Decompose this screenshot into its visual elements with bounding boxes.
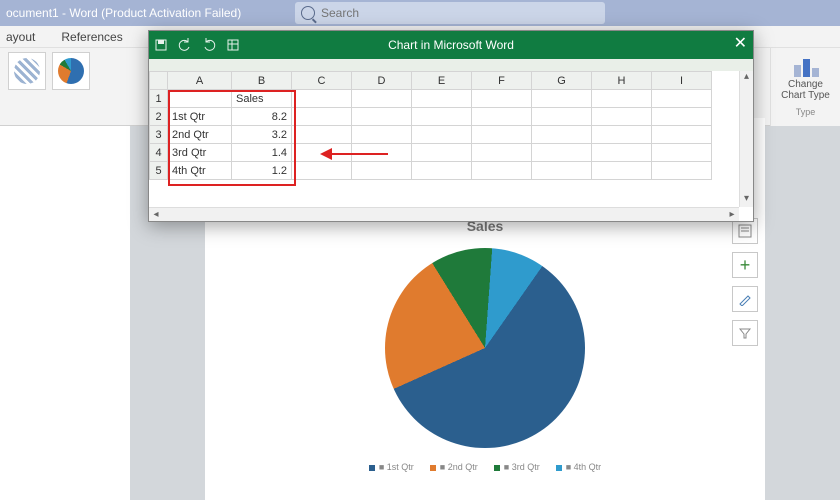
cell-A2[interactable]: 1st Qtr (168, 108, 232, 126)
col-header-I[interactable]: I (652, 72, 712, 90)
search-input[interactable] (321, 6, 571, 20)
window-title: ocument1 - Word (Product Activation Fail… (0, 6, 241, 20)
scroll-down-icon[interactable]: ▾ (740, 193, 753, 207)
filter-icon (738, 326, 752, 340)
undo-icon (178, 38, 192, 52)
close-button[interactable]: ✕ (734, 33, 747, 53)
chart-elements-button[interactable]: + (732, 252, 758, 278)
ribbon-tab-layout[interactable]: ayout (6, 30, 35, 44)
thumb-pattern-icon (14, 58, 40, 84)
legend-item-4[interactable]: ■ 4th Qtr (556, 462, 601, 472)
row-header-5[interactable]: 5 (150, 162, 168, 180)
legend-item-3[interactable]: ■ 3rd Qtr (494, 462, 540, 472)
chart-data-titlebar: Chart in Microsoft Word ✕ (149, 31, 753, 59)
row-header-1[interactable]: 1 (150, 90, 168, 108)
save-button[interactable] (149, 33, 173, 57)
chart-type-icon (792, 57, 820, 77)
scroll-up-icon[interactable]: ▴ (740, 71, 753, 85)
edit-data-icon (226, 38, 240, 52)
cell-A1[interactable] (168, 90, 232, 108)
nav-thumb-2[interactable] (52, 52, 90, 90)
close-icon: ✕ (734, 35, 747, 52)
row-header-3[interactable]: 3 (150, 126, 168, 144)
cell-A3[interactable]: 2nd Qtr (168, 126, 232, 144)
cell-C1[interactable] (292, 90, 352, 108)
change-chart-type-button[interactable]: ChangeChart Type Type (770, 48, 840, 126)
cell-B1[interactable]: Sales (232, 90, 292, 108)
col-header-G[interactable]: G (532, 72, 592, 90)
col-header-E[interactable]: E (412, 72, 472, 90)
col-header-B[interactable]: B (232, 72, 292, 90)
col-header-H[interactable]: H (592, 72, 652, 90)
redo-button[interactable] (197, 33, 221, 57)
annotation-arrow (320, 148, 388, 160)
cell-B4[interactable]: 1.4 (232, 144, 292, 162)
thumb-pie-icon (58, 58, 84, 84)
spreadsheet-grid[interactable]: A B C D E F G H I 1 Sales 2 1st Qtr 8.2 … (149, 71, 753, 221)
search-box[interactable] (295, 2, 605, 24)
scroll-left-icon[interactable]: ◂ (149, 209, 163, 220)
col-header-D[interactable]: D (352, 72, 412, 90)
nav-thumb-1[interactable] (8, 52, 46, 90)
pie-chart[interactable] (385, 248, 585, 448)
ribbon-group-name: Type (796, 107, 816, 117)
legend-item-2[interactable]: ■ 2nd Qtr (430, 462, 478, 472)
undo-button[interactable] (173, 33, 197, 57)
legend-item-1[interactable]: ■ 1st Qtr (369, 462, 414, 472)
redo-icon (202, 38, 216, 52)
row-header-2[interactable]: 2 (150, 108, 168, 126)
cell-B5[interactable]: 1.2 (232, 162, 292, 180)
chart-legend: ■ 1st Qtr ■ 2nd Qtr ■ 3rd Qtr ■ 4th Qtr (205, 462, 765, 472)
brush-icon (738, 292, 752, 306)
horizontal-scrollbar[interactable]: ◂ ▸ (149, 207, 739, 221)
ribbon-tab-references[interactable]: References (61, 30, 122, 44)
cell-A5[interactable]: 4th Qtr (168, 162, 232, 180)
change-chart-type-label: ChangeChart Type (781, 79, 830, 101)
chart-filters-button[interactable] (732, 320, 758, 346)
col-header-A[interactable]: A (168, 72, 232, 90)
save-icon (154, 38, 168, 52)
col-header-F[interactable]: F (472, 72, 532, 90)
vertical-scrollbar[interactable]: ▴ ▾ (739, 71, 753, 207)
nav-thumbnails (0, 52, 135, 102)
scroll-right-icon[interactable]: ▸ (725, 209, 739, 220)
col-header-C[interactable]: C (292, 72, 352, 90)
chart-styles-button[interactable] (732, 286, 758, 312)
search-icon (301, 6, 315, 20)
cell-A4[interactable]: 3rd Qtr (168, 144, 232, 162)
select-all-cell[interactable] (150, 72, 168, 90)
chart-data-window[interactable]: Chart in Microsoft Word ✕ A B C D E F G … (148, 30, 754, 222)
chart-data-toolbar (149, 59, 753, 71)
row-header-4[interactable]: 4 (150, 144, 168, 162)
plus-icon: + (740, 256, 751, 274)
cell-B3[interactable]: 3.2 (232, 126, 292, 144)
edit-data-button[interactable] (221, 33, 245, 57)
chart-floating-buttons: + (732, 218, 758, 346)
cell-B2[interactable]: 8.2 (232, 108, 292, 126)
layout-options-icon (738, 224, 752, 238)
